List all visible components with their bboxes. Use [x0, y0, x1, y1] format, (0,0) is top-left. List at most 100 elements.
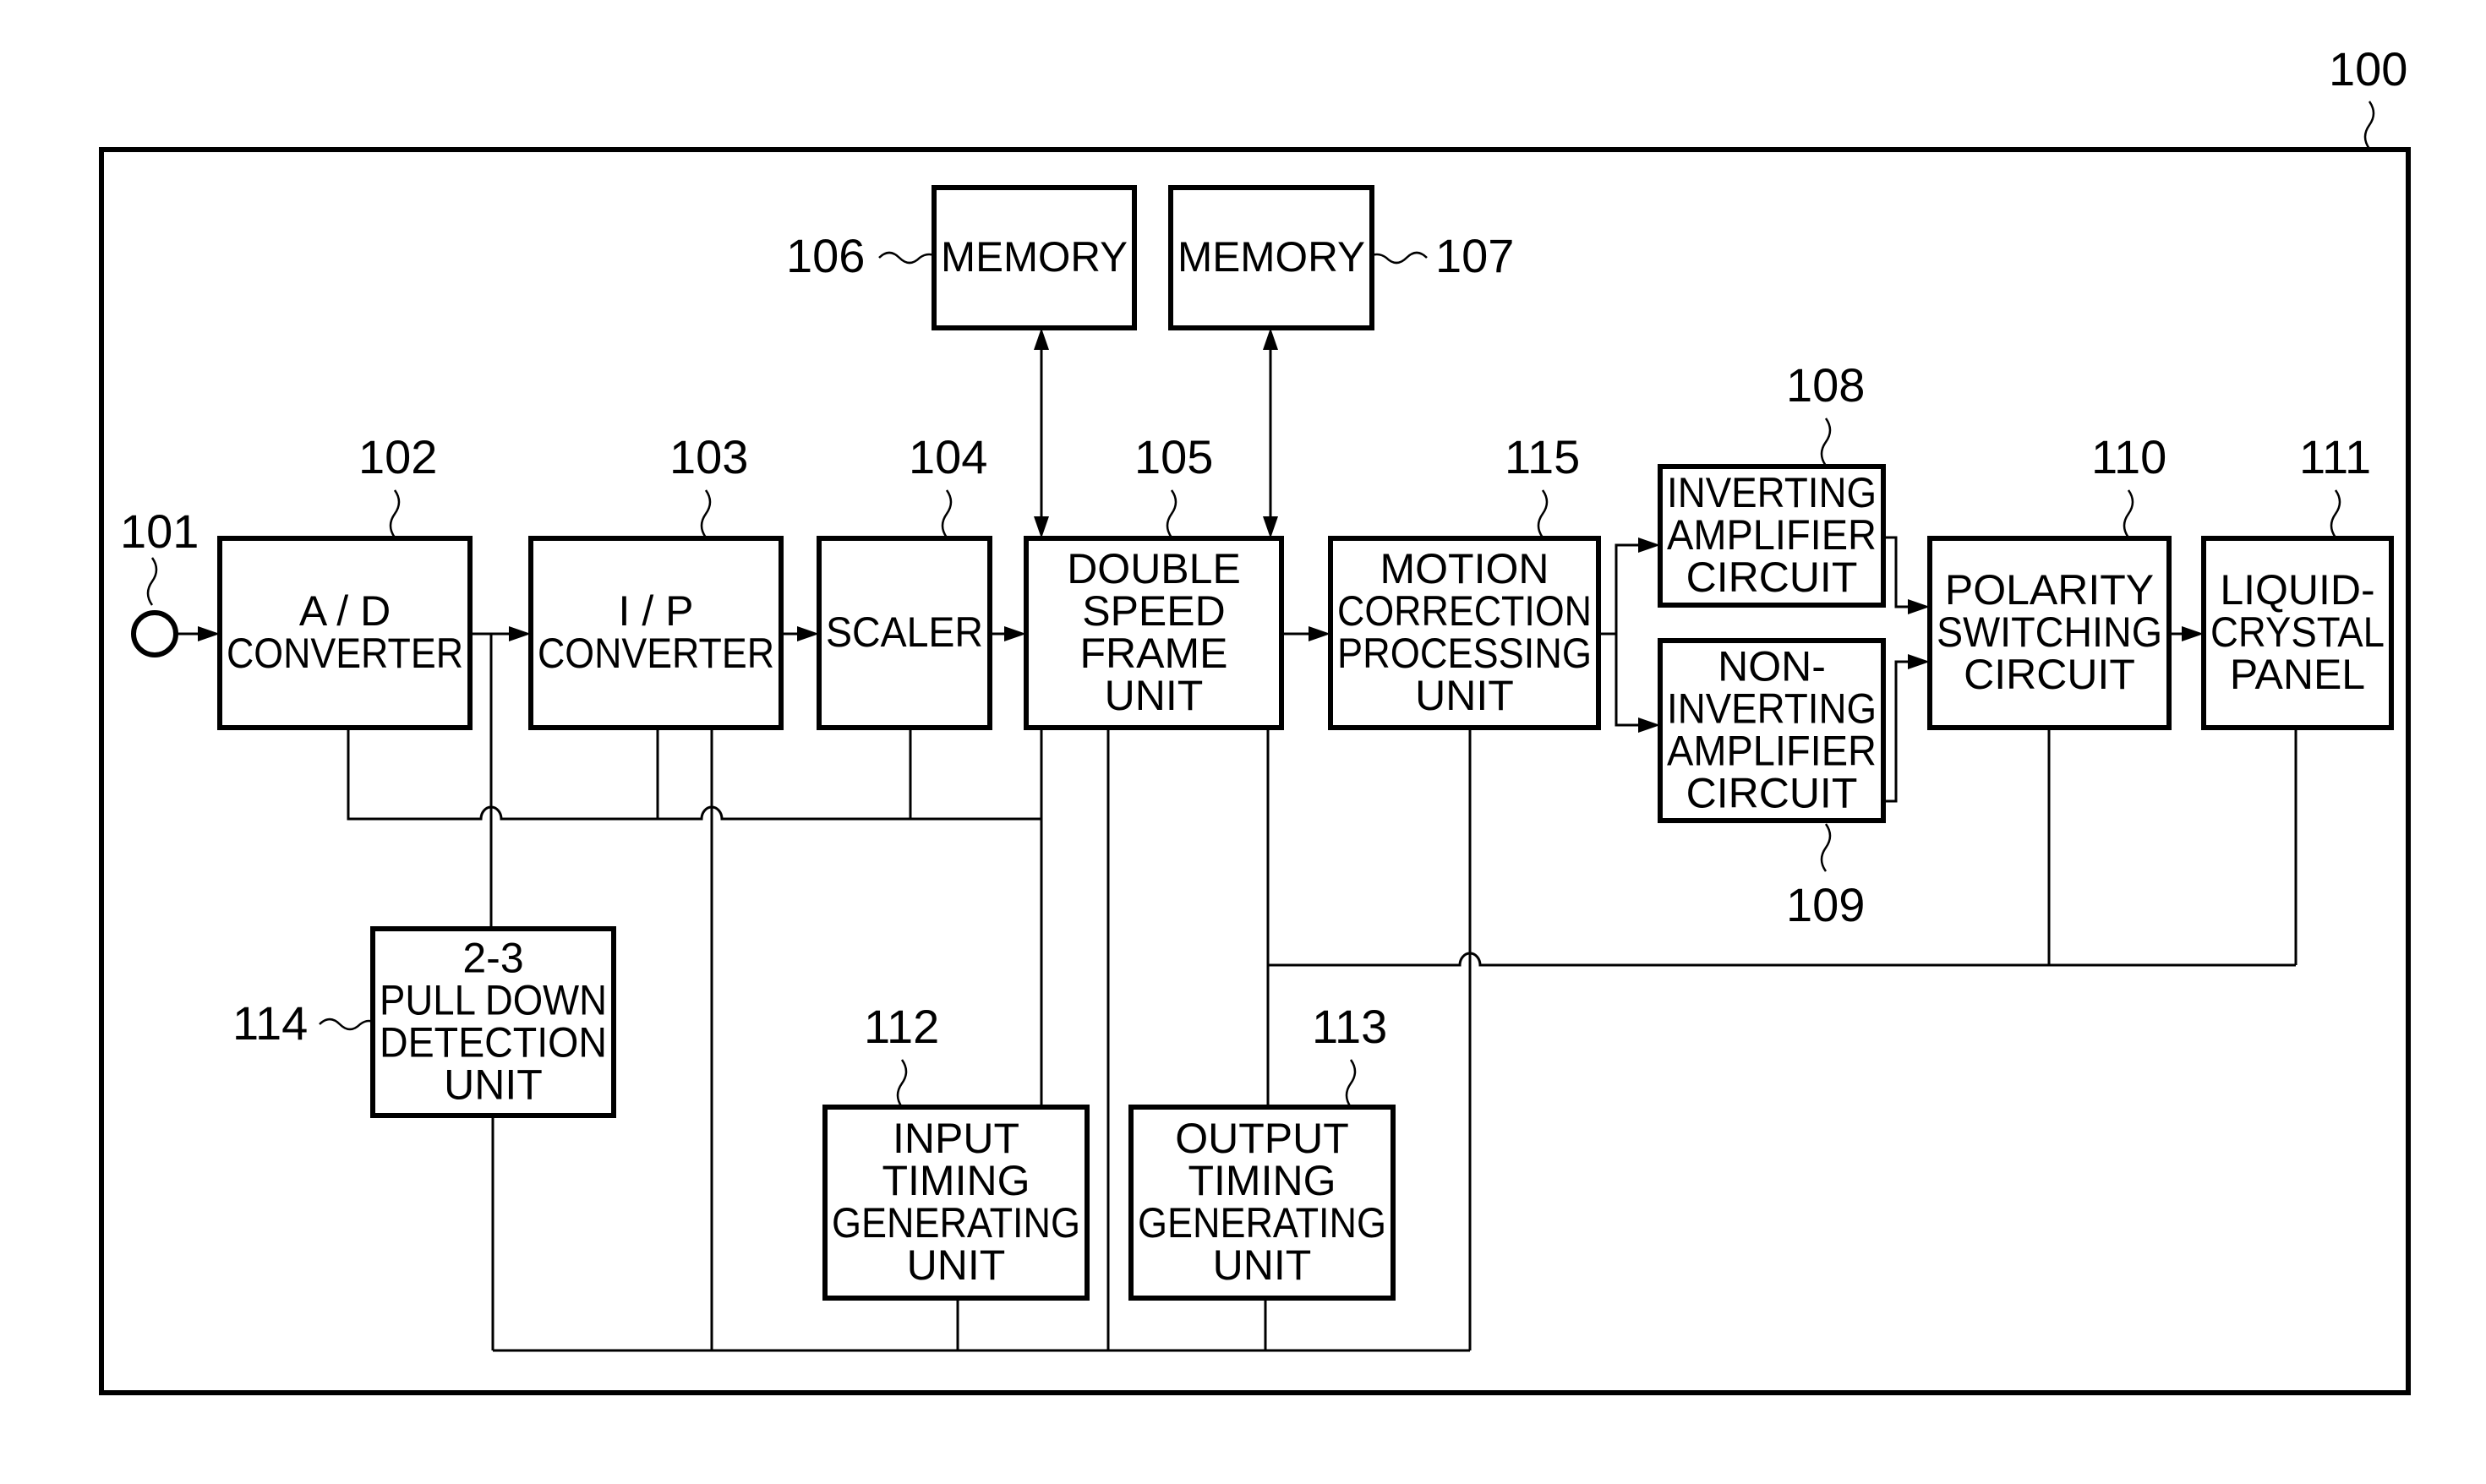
inverting-amplifier-block-label-line: CIRCUIT — [1686, 554, 1858, 601]
input-timing-block-label-line: TIMING — [882, 1157, 1030, 1204]
leader-110 — [2123, 489, 2134, 538]
polarity-switching-block-label-line: POLARITY — [1945, 566, 2154, 614]
pulldown-detection-block-label-line: PULL DOWN — [380, 977, 607, 1024]
arrowhead-icon — [198, 626, 220, 641]
leader-102 — [389, 489, 401, 538]
leader-100 — [2363, 101, 2375, 150]
liquid-crystal-panel-block-label-line: PANEL — [2230, 651, 2365, 698]
pulldown-detection-block-label-line: 2-3 — [462, 935, 523, 982]
arrowhead-icon — [1263, 328, 1278, 350]
input-timing-block-label-line: UNIT — [907, 1241, 1006, 1289]
polarity-switching-block-label-line: SWITCHING — [1937, 608, 2162, 656]
liquid-crystal-panel-block: LIQUID-CRYSTALPANEL — [2201, 536, 2394, 730]
double-speed-frame-unit-block: DOUBLESPEEDFRAMEUNIT — [1024, 536, 1284, 730]
motion-correction-block-label-line: UNIT — [1415, 672, 1514, 719]
ad-converter-block-label-line: CONVERTER — [227, 630, 463, 677]
memory-106-block: MEMORY — [932, 185, 1137, 330]
ref-111: 111 — [2299, 430, 2371, 483]
leader-109 — [1820, 823, 1832, 872]
motion-correction-block-label-line: PROCESSING — [1337, 630, 1592, 677]
wire-input-timing-bus — [347, 728, 1041, 821]
non-inverting-amplifier-block-label-line: CIRCUIT — [1686, 770, 1858, 817]
ref-103: 103 — [669, 430, 748, 483]
arrowhead-icon — [1638, 717, 1660, 733]
ref-100: 100 — [2329, 42, 2407, 95]
scaler-block: SCALER — [817, 536, 992, 730]
ref-106: 106 — [786, 229, 865, 282]
input-timing-block-label-line: GENERATING — [832, 1199, 1080, 1247]
motion-correction-block-label-line: CORRECTION — [1337, 587, 1592, 635]
ip-converter-block-label-line: CONVERTER — [538, 630, 774, 677]
arrowhead-icon — [1004, 626, 1026, 641]
leader-105 — [1166, 489, 1177, 538]
polarity-switching-block: POLARITYSWITCHINGCIRCUIT — [1927, 536, 2172, 730]
output-timing-block-label-line: TIMING — [1188, 1157, 1336, 1204]
leader-106 — [878, 251, 935, 265]
leader-108 — [1820, 417, 1832, 466]
non-inverting-amplifier-block-label-line: INVERTING — [1667, 685, 1877, 733]
leader-114 — [319, 1018, 374, 1031]
ref-115: 115 — [1505, 430, 1580, 483]
pulldown-detection-block-label-line: DETECTION — [380, 1019, 607, 1067]
memory-106-block-label-line: MEMORY — [941, 233, 1128, 281]
liquid-crystal-panel-block-label-line: LIQUID- — [2220, 566, 2374, 614]
ref-109: 109 — [1786, 878, 1865, 931]
leader-111 — [2330, 489, 2341, 538]
liquid-crystal-panel-block-label-line: CRYSTAL — [2210, 608, 2385, 656]
leader-112 — [896, 1059, 908, 1108]
arrowhead-icon — [1309, 626, 1330, 641]
inverting-amplifier-block-label-line: INVERTING — [1667, 469, 1877, 516]
memory-107-block-label-line: MEMORY — [1177, 233, 1365, 281]
leader-113 — [1345, 1059, 1357, 1108]
ad-converter-block-label-line: A / D — [299, 587, 391, 635]
ref-101: 101 — [120, 505, 199, 558]
scaler-block-label-line: SCALER — [826, 608, 983, 656]
leader-103 — [700, 489, 712, 538]
ref-105: 105 — [1134, 430, 1213, 483]
blocks: A / DCONVERTERI / PCONVERTER SCALERDOUBLE… — [217, 185, 2394, 1301]
output-timing-block-label-line: UNIT — [1213, 1241, 1312, 1289]
pulldown-detection-block-label-line: UNIT — [444, 1061, 543, 1109]
double-speed-frame-unit-block-label-line: SPEED — [1082, 587, 1226, 635]
arrowhead-icon — [797, 626, 819, 641]
ad-converter-block: A / DCONVERTER — [217, 536, 473, 730]
non-inverting-amplifier-block: NON-INVERTINGAMPLIFIERCIRCUIT — [1658, 638, 1886, 823]
ip-converter-block: I / PCONVERTER — [528, 536, 784, 730]
input-terminal-icon — [131, 610, 178, 657]
ref-114: 114 — [232, 996, 308, 1050]
leader-104 — [941, 489, 953, 538]
motion-correction-block-label-line: MOTION — [1380, 545, 1549, 592]
memory-107-block: MEMORY — [1168, 185, 1374, 330]
leader-107 — [1371, 251, 1428, 265]
double-speed-frame-unit-block-label-line: FRAME — [1080, 630, 1228, 677]
ref-113: 113 — [1312, 1000, 1387, 1053]
pulldown-detection-block: 2-3PULL DOWNDETECTIONUNIT — [370, 926, 616, 1118]
non-inverting-amplifier-block-label-line: AMPLIFIER — [1667, 728, 1877, 775]
ref-108: 108 — [1786, 358, 1865, 412]
ref-110: 110 — [2091, 430, 2166, 483]
arrowhead-icon — [1263, 516, 1278, 538]
arrowhead-icon — [1908, 654, 1930, 669]
arrowhead-icon — [1638, 537, 1660, 553]
double-speed-frame-unit-block-label-line: UNIT — [1105, 672, 1204, 719]
input-timing-block-label-line: INPUT — [893, 1115, 1019, 1162]
arrowhead-icon — [2182, 626, 2204, 641]
ref-107: 107 — [1435, 229, 1514, 282]
output-timing-block: OUTPUTTIMINGGENERATINGUNIT — [1128, 1105, 1396, 1301]
wire-noninverting-to-polarity — [1883, 660, 1911, 803]
ref-104: 104 — [909, 430, 987, 483]
leader-101 — [146, 557, 158, 606]
ip-converter-block-label-line: I / P — [619, 587, 694, 635]
input-timing-block: INPUTTIMINGGENERATINGUNIT — [822, 1105, 1090, 1301]
wire-motion-to-noninverting — [1615, 634, 1642, 727]
non-inverting-amplifier-block-label-line: NON- — [1718, 643, 1826, 690]
inverting-amplifier-block-label-line: AMPLIFIER — [1667, 511, 1877, 559]
block-diagram: A / DCONVERTERI / PCONVERTER SCALERDOUBLE… — [99, 42, 2411, 1395]
motion-correction-block: MOTIONCORRECTIONPROCESSINGUNIT — [1328, 536, 1601, 730]
arrowhead-icon — [1034, 328, 1049, 350]
wire-motion-to-inverting — [1598, 543, 1642, 636]
inverting-amplifier-block: INVERTINGAMPLIFIERCIRCUIT — [1658, 464, 1886, 608]
polarity-switching-block-label-line: CIRCUIT — [1964, 651, 2135, 698]
wire-inverting-to-polarity — [1883, 536, 1911, 608]
ref-102: 102 — [358, 430, 437, 483]
